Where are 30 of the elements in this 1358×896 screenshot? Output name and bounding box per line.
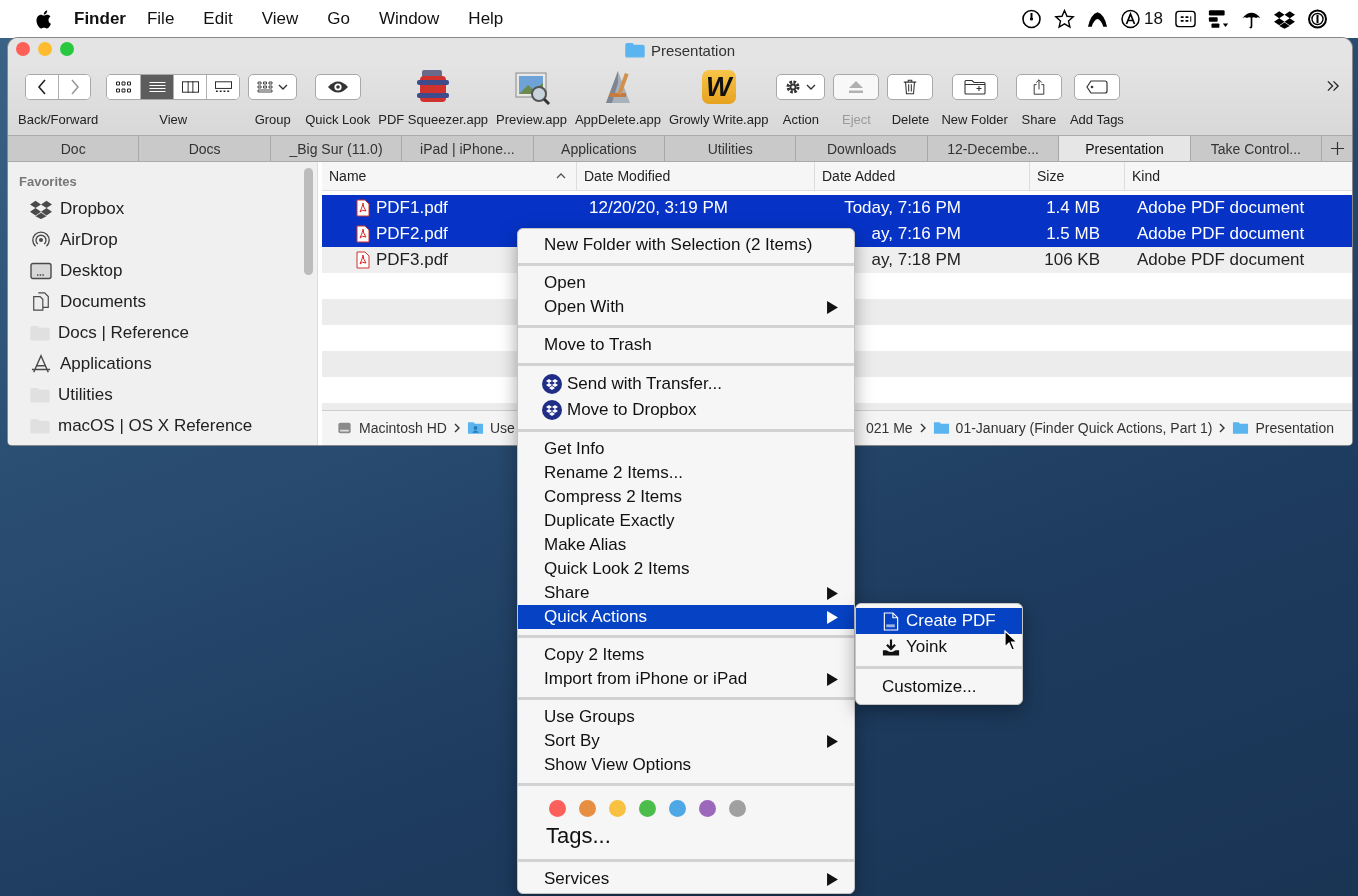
- toolbar-label: View: [159, 112, 188, 127]
- date-modified: 12/20/20, 3:19 PM: [589, 198, 728, 218]
- date-added: ay, 7:16 PM: [870, 224, 961, 244]
- toolbar-label: PDF Squeezer.app: [378, 112, 489, 127]
- file-name: PDF3.pdf: [376, 250, 448, 270]
- toolbar-label: Delete: [891, 112, 930, 127]
- file-name: PDF1.pdf: [376, 198, 448, 218]
- file-size: 1.5 MB: [1046, 224, 1100, 244]
- toolbar-label: Eject: [841, 112, 871, 127]
- date-added: Today, 7:16 PM: [843, 198, 961, 218]
- file-size: 106 KB: [1044, 250, 1100, 270]
- file-kind: Adobe PDF document: [1137, 198, 1305, 218]
- toolbar-label: Preview.app: [496, 112, 567, 127]
- toolbar-label: Add Tags: [1069, 112, 1124, 127]
- file-kind: Adobe PDF document: [1137, 224, 1305, 244]
- window-title: Presentation: [650, 41, 736, 59]
- toolbar-label: Growly Write.app: [668, 112, 769, 127]
- toolbar-label: Quick Look: [305, 112, 371, 127]
- toolbar-label: Back/Forward: [18, 112, 99, 127]
- date-added: ay, 7:18 PM: [870, 250, 961, 270]
- sidebar-heading: Favorites: [19, 174, 77, 189]
- toolbar-label: Action: [782, 112, 819, 127]
- update-count: 18: [1144, 9, 1163, 29]
- file-size: 1.4 MB: [1046, 198, 1100, 218]
- file-kind: Adobe PDF document: [1137, 250, 1305, 270]
- file-name: PDF2.pdf: [376, 224, 448, 244]
- toolbar-label: New Folder: [941, 112, 1008, 127]
- toolbar-label: Share: [1021, 112, 1057, 127]
- toolbar-label: AppDelete.app: [574, 112, 661, 127]
- toolbar-label: Group: [254, 112, 291, 127]
